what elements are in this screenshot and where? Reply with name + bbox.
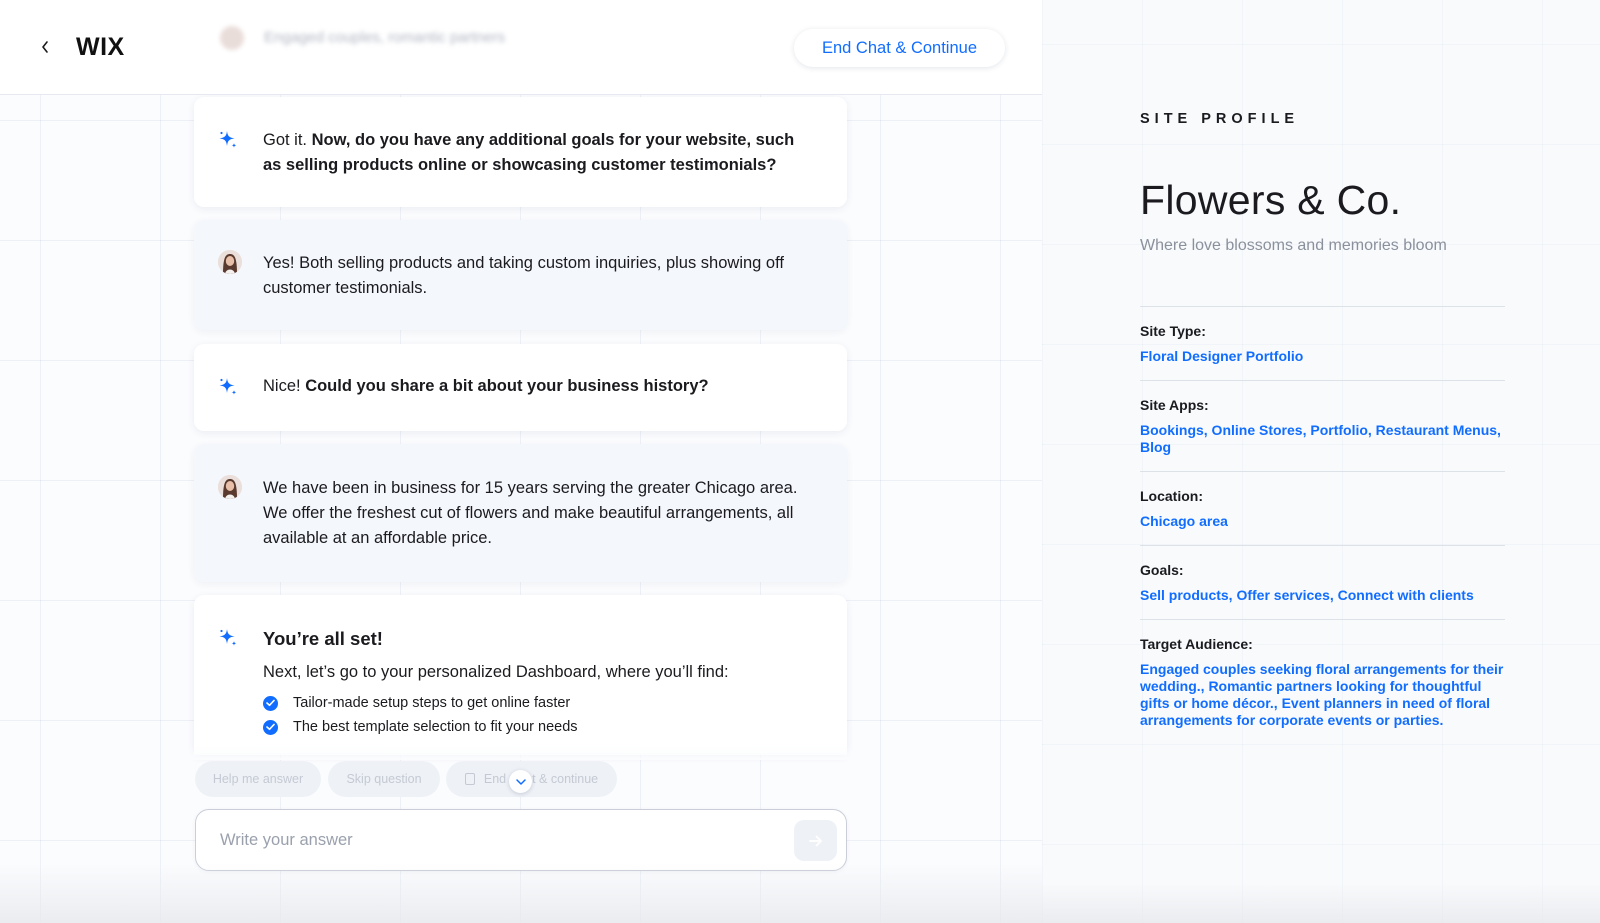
field-value[interactable]: Bookings, Online Stores, Portfolio, Rest… [1140, 422, 1505, 456]
chevron-down-icon [515, 778, 526, 785]
answer-input[interactable] [220, 810, 760, 870]
chevron-left-icon[interactable] [38, 38, 52, 56]
message-question: Could you share a bit about your busines… [305, 377, 709, 395]
field-value[interactable]: Floral Designer Portfolio [1140, 348, 1505, 365]
profile-field-site-apps: Site Apps: Bookings, Online Stores, Port… [1140, 380, 1505, 471]
profile-field-target-audience: Target Audience: Engaged couples seeking… [1140, 619, 1505, 744]
site-name: Flowers & Co. [1140, 177, 1402, 223]
user-message: We have been in business for 15 years se… [194, 444, 847, 582]
assistant-final-message: You’re all set! Next, let’s go to your p… [194, 595, 847, 755]
message-text: We have been in business for 15 years se… [263, 479, 798, 547]
sparkle-icon [219, 378, 237, 395]
arrow-right-icon [808, 835, 822, 846]
avatar [218, 250, 242, 274]
user-message: Yes! Both selling products and taking cu… [194, 220, 847, 330]
message-intro: Nice! [263, 377, 306, 395]
document-icon [464, 773, 475, 785]
ghost-avatar [220, 26, 244, 50]
field-label: Goals: [1140, 562, 1184, 578]
field-value[interactable]: Chicago area [1140, 513, 1505, 530]
wix-logo[interactable]: WIX [76, 33, 125, 62]
answer-composer [195, 809, 847, 871]
field-label: Location: [1140, 488, 1203, 504]
chat-area: WIX Engaged couples, romantic partners E… [0, 0, 1042, 923]
list-item-text: The best template selection to fit your … [293, 719, 578, 735]
field-label: Target Audience: [1140, 636, 1253, 652]
top-bar: WIX Engaged couples, romantic partners E… [0, 0, 1042, 95]
send-button[interactable] [794, 820, 837, 861]
avatar [218, 475, 242, 499]
field-label: Site Apps: [1140, 397, 1209, 413]
list-item-text: Tailor-made setup steps to get online fa… [293, 695, 571, 711]
profile-fields: Site Type: Floral Designer Portfolio Sit… [1140, 306, 1505, 744]
message-text: Yes! Both selling products and taking cu… [263, 254, 784, 297]
help-me-answer-button[interactable]: Help me answer [195, 761, 321, 797]
check-circle-icon [263, 695, 278, 711]
field-label: Site Type: [1140, 323, 1206, 339]
chip-label-start: End [483, 772, 507, 786]
sparkle-icon [219, 131, 237, 148]
message-intro: Got it. [263, 131, 312, 149]
scroll-fade [180, 745, 870, 760]
assistant-message: Got it. Now, do you have any additional … [194, 97, 847, 207]
final-title: You’re all set! [263, 628, 383, 649]
profile-eyebrow: SITE PROFILE [1140, 111, 1300, 127]
list-item: The best template selection to fit your … [263, 715, 811, 739]
field-value[interactable]: Sell products, Offer services, Connect w… [1140, 587, 1505, 604]
field-value[interactable]: Engaged couples seeking floral arrangeme… [1140, 661, 1505, 729]
ghost-preview-text: Engaged couples, romantic partners [264, 29, 505, 46]
site-tagline: Where love blossoms and memories bloom [1140, 237, 1447, 254]
profile-field-site-type: Site Type: Floral Designer Portfolio [1140, 306, 1505, 380]
scroll-down-button[interactable] [509, 770, 532, 793]
assistant-message: Nice! Could you share a bit about your b… [194, 344, 847, 431]
message-question: Now, do you have any additional goals fo… [263, 131, 795, 174]
sparkle-icon [219, 629, 237, 646]
final-lead: Next, let’s go to your personalized Dash… [263, 663, 729, 681]
chip-label-end: t & continue [532, 772, 599, 786]
end-chat-continue-button[interactable]: End Chat & Continue [794, 29, 1005, 67]
profile-field-location: Location: Chicago area [1140, 471, 1505, 545]
list-item: Tailor-made setup steps to get online fa… [263, 691, 811, 715]
skip-question-button[interactable]: Skip question [328, 761, 440, 797]
site-profile-panel: SITE PROFILE Flowers & Co. Where love bl… [1042, 0, 1600, 923]
check-circle-icon [263, 719, 278, 735]
profile-field-goals: Goals: Sell products, Offer services, Co… [1140, 545, 1505, 619]
